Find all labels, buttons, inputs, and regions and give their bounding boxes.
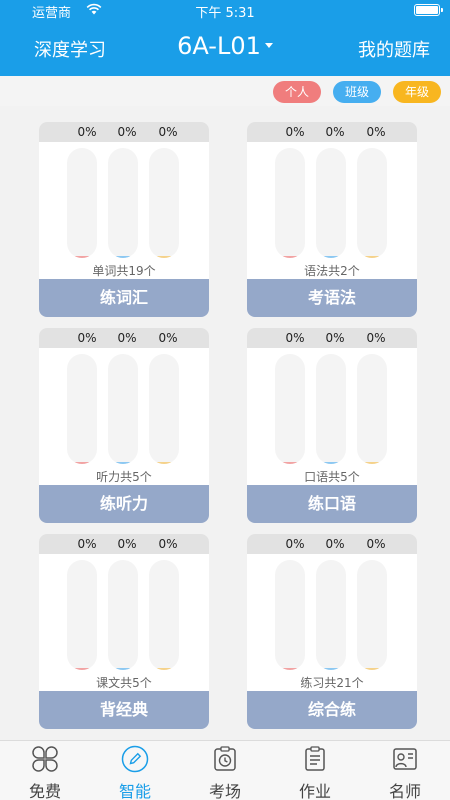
tab-label: 考场 xyxy=(208,782,241,800)
filter-chip-personal[interactable]: 个人 xyxy=(273,81,321,103)
progress-bar-grade xyxy=(149,354,179,464)
tab-smart[interactable]: 智能 xyxy=(90,741,180,800)
tab-label: 名师 xyxy=(388,782,421,800)
item-count: 单词共19个 xyxy=(92,264,156,278)
clock-icon xyxy=(214,746,236,771)
progress-bar-grade xyxy=(149,560,179,670)
progress-bar-personal xyxy=(275,354,305,464)
progress-bar-grade xyxy=(357,354,387,464)
progress-bar-personal xyxy=(67,354,97,464)
tab-homework[interactable]: 作业 xyxy=(270,741,360,800)
practice-card-comprehensive: 0% 0% 0% 练习共21个 综合练 xyxy=(247,534,417,729)
practice-card-speaking: 0% 0% 0% 口语共5个 练口语 xyxy=(247,328,417,523)
practice-card-texts: 0% 0% 0% 课文共5个 背经典 xyxy=(39,534,209,729)
tab-label: 免费 xyxy=(28,782,61,800)
clipboard-icon xyxy=(305,746,325,771)
item-count: 课文共5个 xyxy=(96,676,152,690)
tab-teachers[interactable]: 名师 xyxy=(360,741,450,800)
card-progress-header: 0% 0% 0% xyxy=(247,122,417,142)
item-count: 练习共21个 xyxy=(300,676,364,690)
progress-bar-class xyxy=(316,148,346,258)
comprehensive-practice-button[interactable]: 综合练 xyxy=(247,691,417,729)
progress-class: 0% xyxy=(117,537,137,551)
progress-grade: 0% xyxy=(158,125,178,139)
card-progress-header: 0% 0% 0% xyxy=(39,534,209,554)
recite-classics-button[interactable]: 背经典 xyxy=(39,691,209,729)
scope-filter-row: 个人 班级 年级 xyxy=(0,76,450,106)
tab-exam[interactable]: 考场 xyxy=(180,741,270,800)
progress-class: 0% xyxy=(325,537,345,551)
tab-label: 智能 xyxy=(118,782,151,800)
progress-bar-class xyxy=(316,354,346,464)
clover-icon xyxy=(32,746,58,772)
progress-class: 0% xyxy=(325,331,345,345)
battery-icon xyxy=(414,4,443,16)
progress-grade: 0% xyxy=(366,125,386,139)
pencil-circle-icon xyxy=(121,745,149,773)
teacher-icon xyxy=(393,748,417,770)
item-count: 听力共5个 xyxy=(96,470,152,484)
tab-free[interactable]: 免费 xyxy=(0,741,90,800)
progress-bar-class xyxy=(316,560,346,670)
caret-down-icon xyxy=(264,42,273,48)
bottom-tab-bar: 免费 智能 考场 作业 名师 xyxy=(0,740,450,800)
card-progress-header: 0% 0% 0% xyxy=(39,122,209,142)
progress-bar-personal xyxy=(275,560,305,670)
filter-chip-grade[interactable]: 年级 xyxy=(393,81,441,103)
progress-class: 0% xyxy=(117,331,137,345)
progress-personal: 0% xyxy=(77,331,97,345)
practice-vocabulary-button[interactable]: 练词汇 xyxy=(39,279,209,317)
filter-chip-class[interactable]: 班级 xyxy=(333,81,381,103)
progress-bar-class xyxy=(108,560,138,670)
tab-label: 作业 xyxy=(298,782,331,800)
practice-card-grammar: 0% 0% 0% 语法共2个 考语法 xyxy=(247,122,417,317)
test-grammar-button[interactable]: 考语法 xyxy=(247,279,417,317)
practice-card-listening: 0% 0% 0% 听力共5个 练听力 xyxy=(39,328,209,523)
progress-bar-class xyxy=(108,354,138,464)
unit-title: 6A-L01 xyxy=(177,32,261,60)
progress-bar-personal xyxy=(275,148,305,258)
progress-bar-grade xyxy=(149,148,179,258)
item-count: 语法共2个 xyxy=(304,264,360,278)
progress-bar-personal xyxy=(67,560,97,670)
practice-speaking-button[interactable]: 练口语 xyxy=(247,485,417,523)
progress-personal: 0% xyxy=(77,125,97,139)
progress-grade: 0% xyxy=(366,331,386,345)
progress-bar-personal xyxy=(67,148,97,258)
progress-grade: 0% xyxy=(366,537,386,551)
item-count: 口语共5个 xyxy=(304,470,360,484)
progress-class: 0% xyxy=(117,125,137,139)
navigation-bar: 深度学习 6A-L01 我的题库 xyxy=(0,20,450,76)
progress-personal: 0% xyxy=(285,125,305,139)
progress-grade: 0% xyxy=(158,537,178,551)
progress-bar-grade xyxy=(357,560,387,670)
progress-personal: 0% xyxy=(285,537,305,551)
my-question-bank-link[interactable]: 我的题库 xyxy=(358,36,430,62)
progress-grade: 0% xyxy=(158,331,178,345)
card-progress-header: 0% 0% 0% xyxy=(39,328,209,348)
progress-class: 0% xyxy=(325,125,345,139)
progress-personal: 0% xyxy=(285,331,305,345)
status-bar: 运营商 下午 5:31 xyxy=(0,0,450,21)
card-progress-header: 0% 0% 0% xyxy=(247,534,417,554)
practice-card-vocabulary: 0% 0% 0% 单词共19个 练词汇 xyxy=(39,122,209,317)
progress-bar-grade xyxy=(357,148,387,258)
progress-personal: 0% xyxy=(77,537,97,551)
card-progress-header: 0% 0% 0% xyxy=(247,328,417,348)
clock-time: 下午 5:31 xyxy=(195,6,255,21)
practice-listening-button[interactable]: 练听力 xyxy=(39,485,209,523)
progress-bar-class xyxy=(108,148,138,258)
